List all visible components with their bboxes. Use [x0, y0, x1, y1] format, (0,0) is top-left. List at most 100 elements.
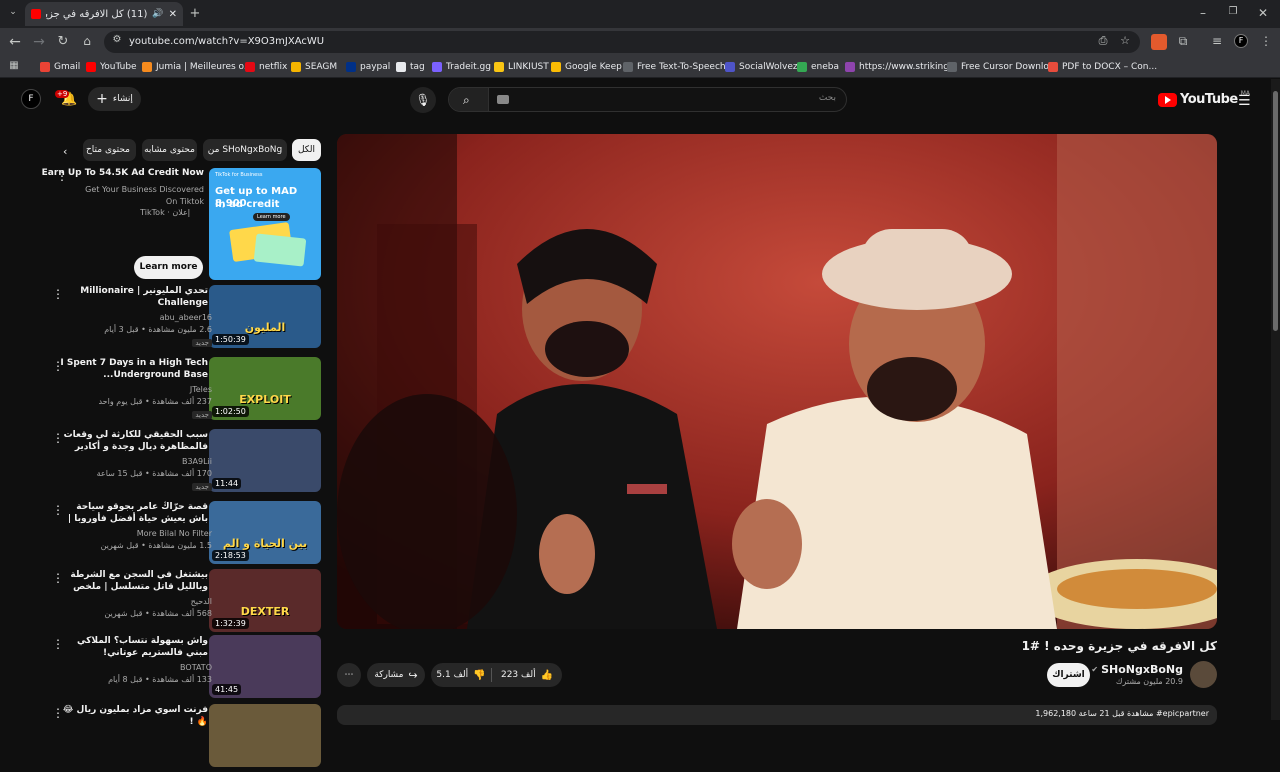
ad-more-icon[interactable]: ⋮ [56, 169, 68, 183]
ad-thumbnail[interactable]: TikTok for Business Get up to MAD 8,900 … [209, 168, 321, 280]
install-app-icon[interactable]: ⎙ [1096, 35, 1110, 46]
bookmark-item[interactable]: https://www.striking... [845, 60, 958, 74]
recommended-video[interactable]: بين الحياة و الم 2:18:53 قصة حرّاڭ عامر بج… [0, 501, 330, 569]
channel-name-row[interactable]: ✔ SHoNgxBoNg [1091, 663, 1183, 676]
video-thumbnail[interactable]: 11:44 [209, 429, 321, 492]
video-title[interactable]: I Spent 7 Days in a High Tech Undergroun… [58, 357, 208, 381]
bookmark-star-icon[interactable]: ☆ [1118, 35, 1132, 46]
dislike-button[interactable]: 5.1 ألف 👎 [431, 663, 491, 687]
recommended-video[interactable]: DEXTER 1:32:39 بيشتغل في السجن مع الشرطة و… [0, 569, 330, 637]
minimize-icon[interactable]: – [1196, 7, 1210, 19]
video-title[interactable]: فرنت اسوي مزاد بمليون ريال 😂🔥 ! [58, 704, 208, 728]
window-close-icon[interactable]: ✕ [1256, 7, 1270, 19]
video-title[interactable]: بيشتغل في السجن مع الشرطة وبالليل قاتل م… [58, 569, 208, 593]
video-player[interactable] [337, 134, 1217, 629]
bookmark-item[interactable]: SocialWolvez [725, 60, 798, 74]
chip-available[interactable]: محتوى متاح [83, 139, 136, 161]
video-thumbnail[interactable]: EXPLOIT 1:02:50 [209, 357, 321, 420]
search-button[interactable]: ⌕ [449, 88, 489, 111]
recommended-video[interactable]: المليون 1:50:39 تحدي المليونير | Millionai… [0, 285, 330, 353]
recommended-video[interactable]: 11:44 سبب الحقيقي للكارثة لي وقعات فالمظا… [0, 429, 330, 497]
search-box[interactable]: ⌕ بحث [448, 87, 847, 112]
recommended-video[interactable]: EXPLOIT 1:02:50 I Spent 7 Days in a High T… [0, 357, 330, 425]
channel-name[interactable]: abu_abeer16 [160, 313, 212, 322]
reading-list-icon[interactable]: ≡ [1210, 35, 1224, 47]
bookmark-item[interactable]: netflix [245, 60, 287, 74]
bookmark-item[interactable]: Jumia | Meilleures o... [142, 60, 252, 74]
description-box[interactable]: 1,962,180 مشاهدة قبل 21 ساعة #epicpartne… [337, 705, 1217, 725]
youtube-logo[interactable]: YouTube MA [1158, 90, 1250, 107]
bookmark-item[interactable]: Free Cursor Downlo... [947, 60, 1057, 74]
channel-avatar[interactable] [1190, 661, 1217, 688]
like-button[interactable]: 223 ألف 👍 [492, 663, 562, 687]
extension-icon[interactable] [1151, 34, 1167, 50]
voice-search-icon[interactable]: 🎙 [410, 87, 436, 113]
chip-from-channel[interactable]: من SHoNgxBoNg [203, 139, 287, 161]
share-button[interactable]: مشاركة ↪ [367, 663, 425, 687]
reload-icon[interactable]: ↻ [56, 35, 70, 48]
bookmark-item[interactable]: paypal [346, 60, 390, 74]
channel-name[interactable]: SHoNgxBoNg [1101, 663, 1183, 676]
site-info-icon[interactable]: ⚙ [110, 35, 124, 45]
video-thumbnail[interactable]: 41:45 [209, 635, 321, 698]
bookmark-item[interactable]: tag [396, 60, 425, 74]
more-options-icon[interactable]: ⋮ [52, 706, 64, 720]
more-options-icon[interactable]: ⋮ [52, 359, 64, 373]
more-options-icon[interactable]: ⋮ [52, 503, 64, 517]
forward-icon[interactable]: → [32, 35, 46, 49]
url-text[interactable]: youtube.com/watch?v=X9O3mJXAcWU [129, 36, 324, 47]
bookmark-item[interactable]: Google Keep [551, 60, 622, 74]
scrollbar-thumb[interactable] [1273, 91, 1278, 331]
more-actions-button[interactable]: ⋯ [337, 663, 361, 687]
create-button[interactable]: + إنشاء [88, 87, 141, 111]
video-title[interactable]: واش بسهولة نتساب؟ الملاكي مبني فالستريم … [58, 635, 208, 659]
address-bar[interactable]: ⚙ youtube.com/watch?v=X9O3mJXAcWU ⎙ ☆ [104, 31, 1140, 53]
bookmark-item[interactable]: LINKIUST [494, 60, 549, 74]
channel-name[interactable]: الدحيح [191, 597, 212, 606]
video-title[interactable]: تحدي المليونير | Millionaire Challenge [58, 285, 208, 309]
tab-search-chevron-icon[interactable]: ⌄ [6, 8, 20, 17]
maximize-icon[interactable]: ❐ [1226, 7, 1240, 17]
more-options-icon[interactable]: ⋮ [52, 571, 64, 585]
bookmark-item[interactable]: eneba [797, 60, 839, 74]
bookmark-item[interactable]: Tradeit.gg [432, 60, 491, 74]
bookmark-item[interactable]: PDF to DOCX – Con... [1048, 60, 1157, 74]
channel-name[interactable]: BOTATO [180, 663, 212, 672]
apps-grid-icon[interactable]: ▦ [8, 61, 20, 71]
video-thumbnail[interactable]: بين الحياة و الم 2:18:53 [209, 501, 321, 564]
recommended-video[interactable]: 41:45 واش بسهولة نتساب؟ الملاكي مبني فالس… [0, 635, 330, 703]
bookmark-item[interactable]: Free Text-To-Speech... [623, 60, 734, 74]
new-tab-icon[interactable]: + [188, 7, 202, 20]
account-avatar[interactable]: F [21, 89, 41, 109]
home-icon[interactable]: ⌂ [80, 35, 94, 47]
back-icon[interactable]: ← [8, 35, 22, 49]
chips-scroll-left-icon[interactable]: ‹ [63, 145, 67, 158]
video-title[interactable]: سبب الحقيقي للكارثة لي وقعات فالمظاهرة د… [58, 429, 208, 453]
browser-tab[interactable]: (11) كل الافرقه في جزيرة وحـ 🔊 ✕ [25, 2, 183, 26]
audio-playing-icon[interactable]: 🔊 [152, 9, 163, 19]
keyboard-icon[interactable] [497, 95, 509, 104]
chip-related[interactable]: محتوى مشابه [142, 139, 197, 161]
profile-avatar-icon[interactable]: F [1234, 34, 1248, 48]
channel-name[interactable]: JTeles [190, 385, 212, 394]
recommended-video[interactable]: فرنت اسوي مزاد بمليون ريال 😂🔥 ! ⋮ [0, 704, 330, 772]
subscribe-button[interactable]: اشتراك [1047, 663, 1090, 687]
browser-menu-icon[interactable]: ⋮ [1260, 35, 1272, 47]
page-scrollbar[interactable] [1271, 79, 1280, 720]
bookmark-item[interactable]: Gmail [40, 60, 80, 74]
search-input[interactable]: بحث [819, 93, 836, 103]
video-thumbnail[interactable] [209, 704, 321, 767]
more-options-icon[interactable]: ⋮ [52, 287, 64, 301]
channel-name[interactable]: B3A9Lii [182, 457, 212, 466]
channel-name[interactable]: More Bilal No Filter [137, 529, 212, 538]
close-tab-icon[interactable]: ✕ [169, 9, 177, 20]
video-thumbnail[interactable]: DEXTER 1:32:39 [209, 569, 321, 632]
bookmark-item[interactable]: YouTube [86, 60, 137, 74]
more-options-icon[interactable]: ⋮ [52, 431, 64, 445]
sponsored-ad[interactable]: TikTok for Business Get up to MAD 8,900 … [0, 168, 330, 280]
ad-learn-more-button[interactable]: Learn more [134, 256, 203, 279]
extensions-puzzle-icon[interactable]: ⧉ [1176, 35, 1190, 47]
chip-all[interactable]: الكل [292, 139, 321, 161]
video-title[interactable]: قصة حرّاڭ عامر بجوقو سياحة باش يعيش حياة… [58, 501, 208, 525]
video-thumbnail[interactable]: المليون 1:50:39 [209, 285, 321, 348]
